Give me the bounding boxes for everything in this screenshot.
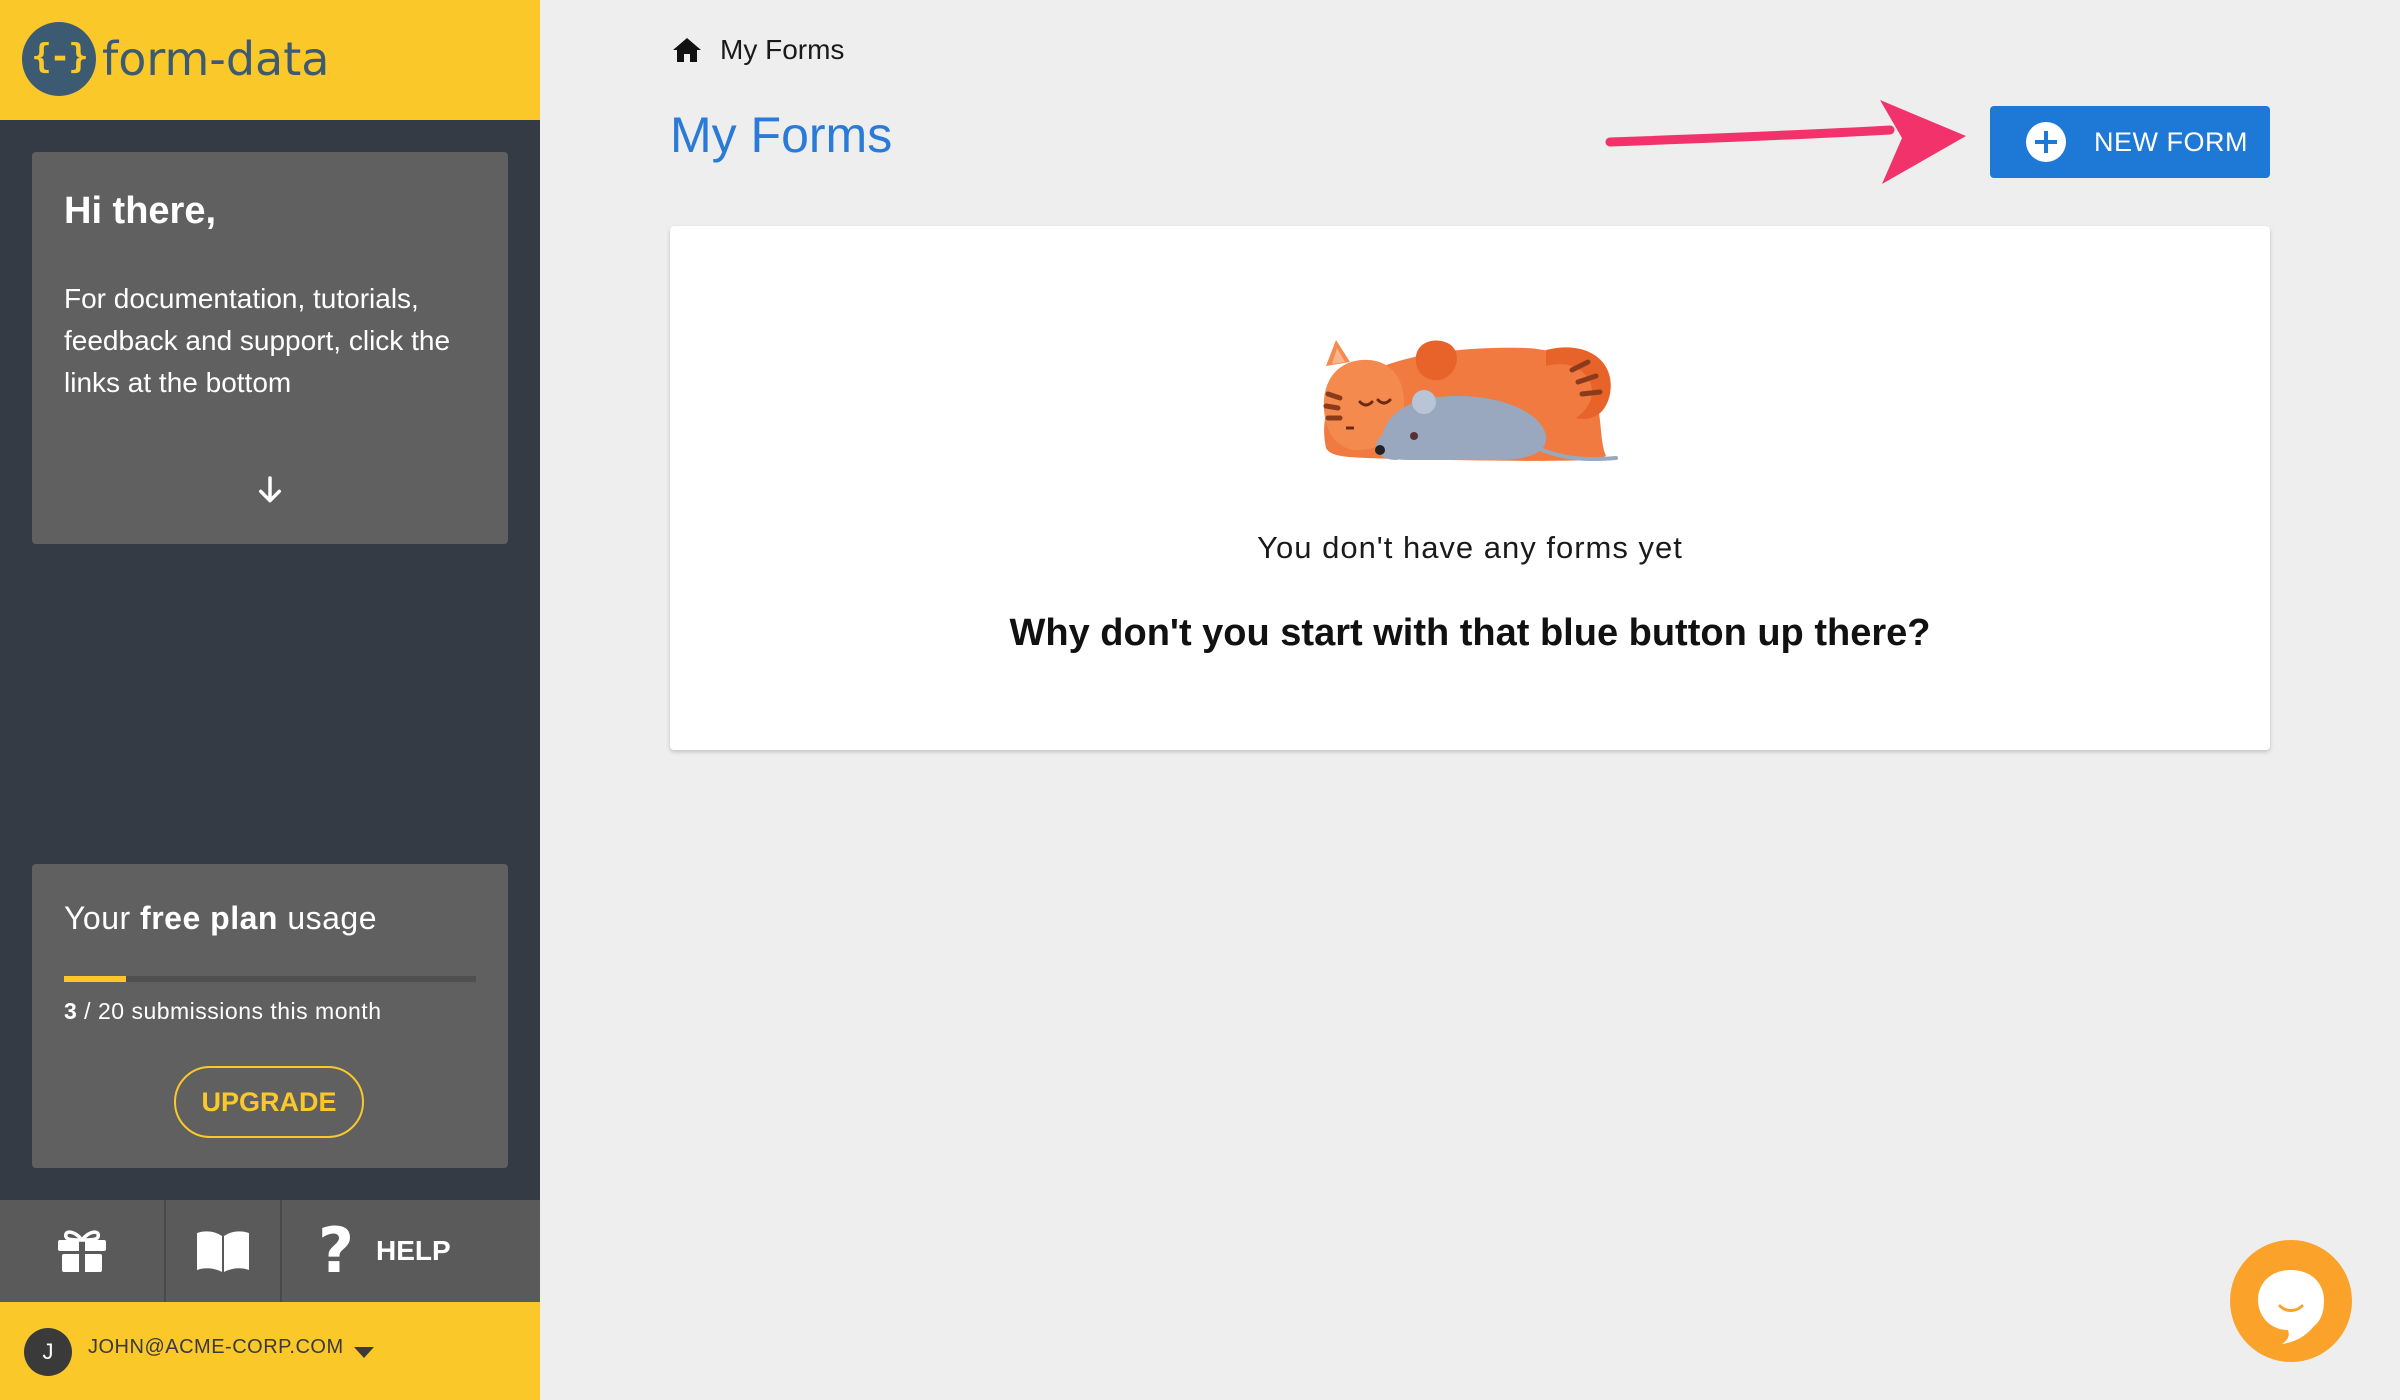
chat-widget-button[interactable] (2230, 1240, 2352, 1362)
usage-title: Your free plan usage (64, 900, 377, 936)
sidebar: {-} form-data Hi there, For documentatio… (0, 0, 540, 1400)
breadcrumb: My Forms (672, 34, 844, 66)
page-title: My Forms (670, 107, 893, 163)
empty-state-card: You don't have any forms yet Why don't y… (670, 226, 2270, 750)
empty-state-message: You don't have any forms yet (1257, 530, 1683, 565)
user-menu[interactable]: J JOHN@ACME-CORP.COM (0, 1302, 540, 1400)
empty-state-cta: Why don't you start with that blue butto… (1009, 612, 1931, 654)
home-icon[interactable] (672, 36, 702, 64)
book-icon (197, 1231, 249, 1272)
welcome-title: Hi there, (64, 190, 217, 232)
breadcrumb-current: My Forms (720, 34, 845, 65)
pointer-arrow-icon (1605, 100, 1966, 184)
welcome-card: Hi there, For documentation, tutorials, … (32, 152, 508, 544)
help-icon: ? (318, 1214, 354, 1287)
new-form-label: NEW FORM (2094, 127, 2248, 157)
cat-and-mouse-illustration (1323, 340, 1618, 462)
usage-card: Your free plan usage 3 / 20 submissions … (32, 864, 508, 1168)
gift-icon (58, 1230, 106, 1272)
upgrade-button[interactable]: UPGRADE (174, 1066, 364, 1138)
help-button[interactable]: ? HELP (282, 1200, 540, 1302)
avatar: J (24, 1328, 72, 1376)
arrow-down-icon (258, 476, 282, 503)
sidebar-bottom-links: ? HELP (0, 1200, 540, 1302)
whats-new-button[interactable] (0, 1200, 166, 1302)
usage-progress-fill (64, 976, 126, 982)
plus-circle-icon (2026, 122, 2066, 162)
docs-button[interactable] (166, 1200, 282, 1302)
caret-down-icon[interactable] (354, 1347, 374, 1358)
brand-name: form-data (102, 32, 330, 86)
usage-progress-bar (64, 976, 476, 982)
usage-count: 3 / 20 submissions this month (64, 998, 382, 1024)
logo: {-} (22, 22, 96, 96)
brand-header[interactable]: {-} form-data (0, 0, 540, 120)
user-email: JOHN@ACME-CORP.COM (88, 1336, 344, 1358)
help-label: HELP (375, 1235, 451, 1266)
welcome-text: For documentation, tutorials, feedback a… (64, 283, 451, 398)
new-form-button[interactable]: NEW FORM (1990, 106, 2270, 178)
chat-icon (2258, 1270, 2324, 1344)
